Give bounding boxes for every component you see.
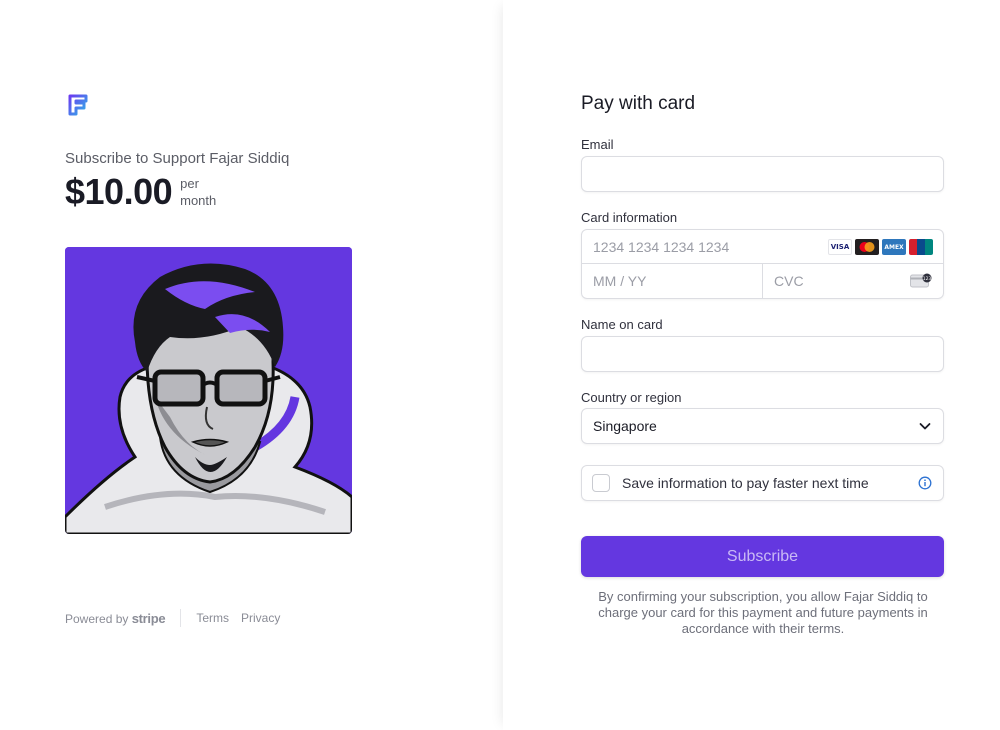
product-title: Subscribe to Support Fajar Siddiq (65, 150, 290, 167)
card-number-placeholder: 1234 1234 1234 1234 (593, 238, 730, 255)
email-field[interactable] (581, 156, 944, 192)
order-summary-panel: Subscribe to Support Fajar Siddiq $10.00… (0, 0, 503, 730)
privacy-link[interactable]: Privacy (241, 611, 280, 625)
name-on-card-field[interactable] (581, 336, 944, 372)
subscription-terms: By confirming your subscription, you all… (598, 589, 928, 636)
cvc-placeholder: CVC (774, 273, 804, 289)
save-info-option[interactable]: Save information to pay faster next time (581, 465, 944, 501)
billing-period-line1: per (180, 176, 199, 191)
save-info-label: Save information to pay faster next time (622, 475, 869, 491)
payment-title: Pay with card (581, 93, 696, 114)
card-info-label: Card information (581, 210, 678, 225)
save-info-checkbox[interactable] (592, 474, 610, 492)
name-label: Name on card (581, 317, 663, 332)
unionpay-icon (909, 239, 933, 255)
product-image (65, 247, 352, 534)
billing-period-line2: month (180, 193, 217, 208)
terms-link[interactable]: Terms (196, 611, 229, 625)
card-info-group: 1234 1234 1234 1234 VISA AMEX MM / YY CV… (581, 229, 944, 299)
amex-icon: AMEX (882, 239, 906, 255)
cvc-input[interactable]: CVC 123 (763, 264, 943, 298)
info-icon[interactable] (918, 476, 932, 490)
visa-icon: VISA (828, 239, 852, 255)
mastercard-icon (855, 239, 879, 255)
expiry-input[interactable]: MM / YY (582, 264, 763, 298)
card-brands: VISA AMEX (828, 239, 933, 255)
powered-by[interactable]: Powered by stripe (65, 610, 166, 626)
expiry-placeholder: MM / YY (593, 273, 647, 289)
stripe-logo: stripe (131, 610, 166, 626)
footer: Powered by stripe Terms Privacy (65, 609, 292, 627)
billing-period: per month (180, 175, 216, 209)
footer-divider (180, 609, 182, 627)
payment-panel: Pay with card Email Card information 123… (503, 0, 1000, 730)
price-amount: $10.00 (65, 171, 173, 212)
price-row: $10.00 per month (65, 172, 216, 212)
powered-by-prefix: Powered by (65, 611, 129, 626)
chevron-down-icon (919, 423, 931, 430)
brand-logo-icon (68, 94, 88, 116)
country-label: Country or region (581, 390, 682, 405)
email-label: Email (581, 137, 614, 152)
card-number-input[interactable]: 1234 1234 1234 1234 VISA AMEX (582, 230, 943, 264)
cvc-card-icon: 123 (910, 273, 932, 288)
country-value: Singapore (593, 418, 657, 434)
svg-text:123: 123 (923, 276, 932, 282)
subscribe-button[interactable]: Subscribe (581, 536, 944, 577)
country-select[interactable]: Singapore (581, 408, 944, 444)
